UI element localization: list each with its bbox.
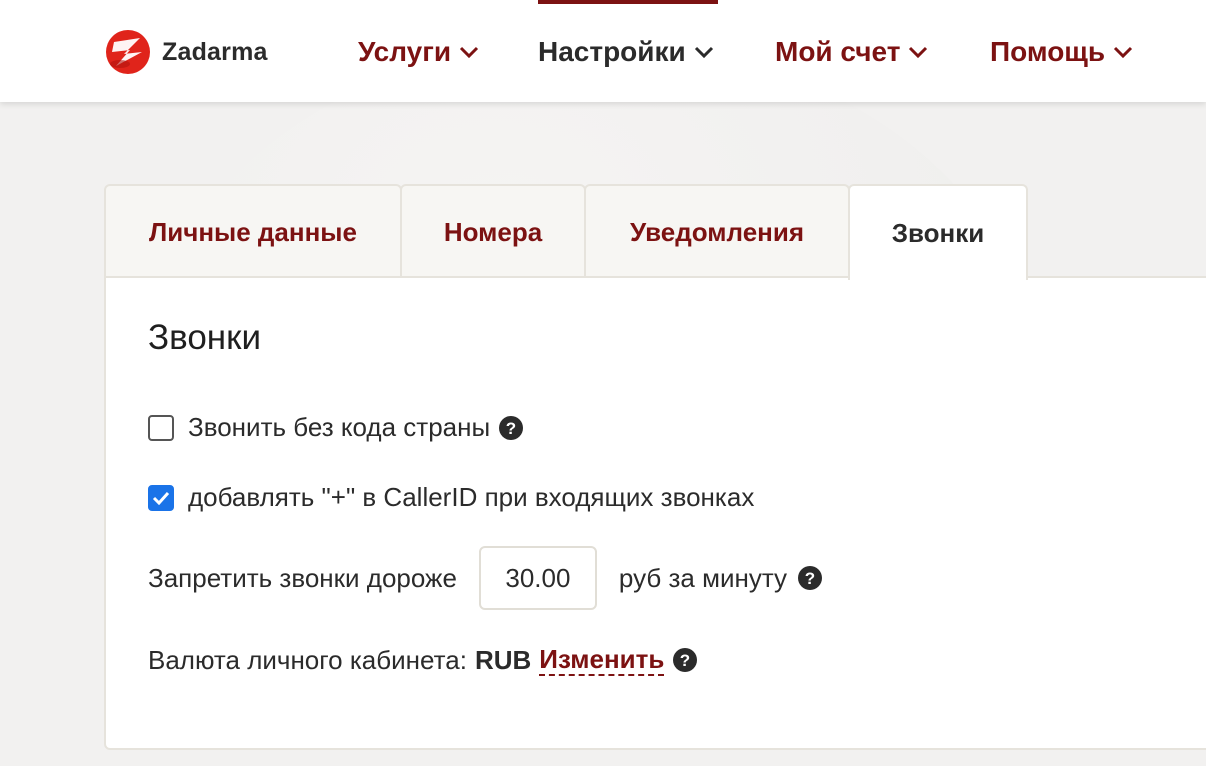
calls-settings-panel: Звонки Звонить без кода страны ? добавля… bbox=[104, 276, 1206, 750]
svg-text:?: ? bbox=[680, 651, 690, 670]
zadarma-logo-icon bbox=[106, 30, 150, 74]
tab-label: Личные данные bbox=[149, 216, 357, 247]
svg-text:?: ? bbox=[506, 419, 516, 438]
add-plus-callerid-checkbox[interactable] bbox=[148, 484, 174, 511]
nav-item-label: Помощь bbox=[990, 36, 1106, 67]
nav-item-my-account[interactable]: Мой счет bbox=[775, 30, 928, 74]
tab-personal-data[interactable]: Личные данные bbox=[104, 184, 402, 278]
option-label: добавлять "+" в CallerID при входящих зв… bbox=[188, 482, 755, 512]
question-circle-icon[interactable]: ? bbox=[672, 647, 698, 673]
active-nav-indicator bbox=[538, 0, 718, 4]
tab-label: Звонки bbox=[891, 217, 985, 248]
zadarma-logo[interactable]: Zadarma bbox=[104, 28, 268, 76]
nav-item-services[interactable]: Услуги bbox=[358, 30, 479, 74]
tab-numbers[interactable]: Номера bbox=[400, 184, 586, 278]
call-without-country-code-checkbox[interactable] bbox=[148, 414, 174, 441]
limit-unit: руб за минуту bbox=[618, 562, 788, 593]
brand-name: Zadarma bbox=[162, 37, 268, 66]
tab-label: Номера bbox=[443, 216, 543, 247]
option-call-without-country-code: Звонить без кода страны ? bbox=[148, 412, 524, 443]
nav-item-label: Настройки bbox=[538, 36, 686, 67]
nav-item-help[interactable]: Помощь bbox=[990, 30, 1133, 74]
change-currency-link[interactable]: Изменить bbox=[539, 644, 665, 676]
panel-title: Звонки bbox=[148, 318, 261, 357]
currency-value: RUB bbox=[474, 644, 532, 675]
chevron-down-icon bbox=[909, 46, 928, 59]
currency-label: Валюта личного кабинета: bbox=[148, 644, 467, 675]
account-currency-row: Валюта личного кабинета: RUB Изменить ? bbox=[148, 644, 698, 676]
tab-label: Уведомления bbox=[629, 216, 805, 247]
chevron-down-icon bbox=[1114, 46, 1133, 59]
nav-item-settings[interactable]: Настройки bbox=[538, 30, 714, 74]
option-label: Звонить без кода страны bbox=[188, 412, 491, 442]
question-circle-icon[interactable]: ? bbox=[498, 415, 524, 441]
svg-text:?: ? bbox=[805, 569, 815, 588]
max-call-cost-input[interactable] bbox=[478, 546, 597, 610]
chevron-down-icon bbox=[694, 46, 713, 59]
chevron-down-icon bbox=[460, 46, 479, 59]
top-navigation-bar: Zadarma Услуги Настройки Мой счет Помощь bbox=[0, 0, 1206, 102]
nav-item-label: Мой счет bbox=[775, 36, 901, 67]
tab-calls[interactable]: Звонки bbox=[848, 184, 1028, 280]
tab-notifications[interactable]: Уведомления bbox=[584, 184, 850, 278]
option-add-plus-callerid: добавлять "+" в CallerID при входящих зв… bbox=[148, 482, 754, 513]
call-cost-limit-row: Запретить звонки дороже руб за минуту ? bbox=[148, 546, 823, 610]
question-circle-icon[interactable]: ? bbox=[797, 565, 823, 591]
limit-label: Запретить звонки дороже bbox=[148, 562, 457, 593]
checkmark-icon bbox=[152, 491, 170, 505]
nav-item-label: Услуги bbox=[358, 36, 452, 67]
